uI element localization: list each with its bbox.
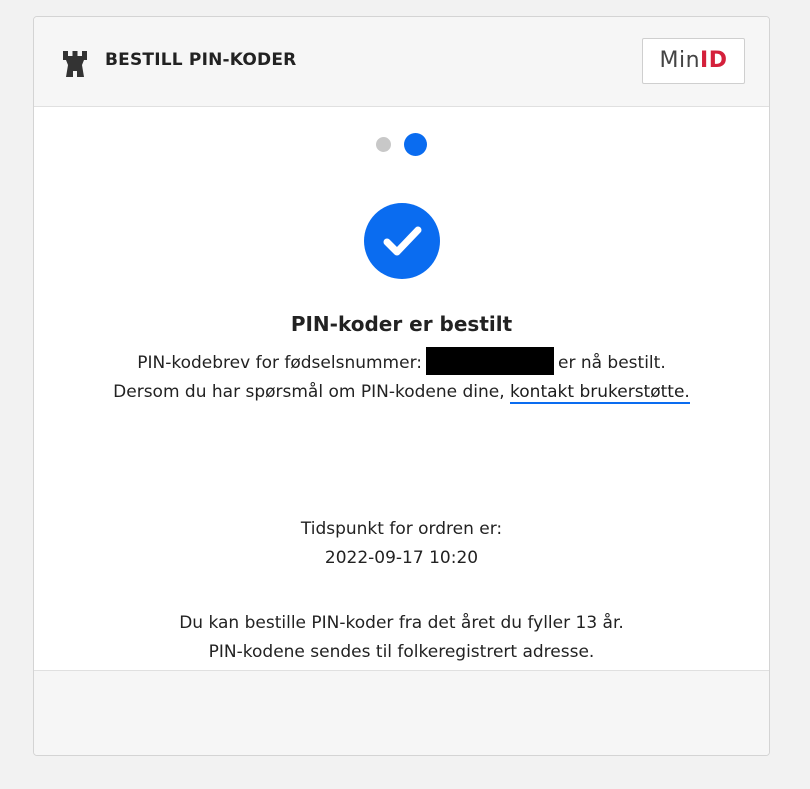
order-card: BESTILL PIN-KODER MinID PIN-koder er bes…	[33, 16, 770, 756]
step-dot-1	[376, 137, 391, 152]
header-title: BESTILL PIN-KODER	[105, 50, 297, 70]
order-time-block: Tidspunkt for ordren er: 2022-09-17 10:2…	[34, 515, 769, 573]
redacted-birth-number	[425, 347, 554, 375]
message-prefix: PIN-kodebrev for fødselsnummer:	[137, 353, 422, 373]
minid-logo: MinID	[642, 38, 745, 84]
info-block: Du kan bestille PIN-koder fra det året d…	[34, 609, 769, 667]
castle-icon	[63, 51, 87, 77]
card-footer	[34, 670, 769, 755]
contact-support-link[interactable]: kontakt brukerstøtte.	[510, 382, 690, 404]
order-timestamp: 2022-09-17 10:20	[324, 548, 479, 568]
step-dot-2-active	[404, 133, 427, 156]
message-suffix: er nå bestilt.	[557, 353, 666, 373]
logo-min-text: Min	[659, 48, 701, 73]
success-heading: PIN-koder er bestilt	[290, 312, 513, 336]
order-time-label: Tidspunkt for ordren er:	[300, 519, 503, 539]
info-line-age: Du kan bestille PIN-koder fra det året d…	[179, 613, 624, 633]
checkmark-icon	[364, 203, 440, 279]
support-text: Dersom du har spørsmål om PIN-kodene din…	[113, 382, 505, 402]
logo-id-text: ID	[700, 48, 728, 73]
step-indicator	[34, 132, 769, 156]
info-line-address: PIN-kodene sendes til folkeregistrert ad…	[208, 642, 595, 662]
confirmation-message: PIN-kodebrev for fødselsnummer: er nå bes…	[34, 347, 769, 407]
card-header: BESTILL PIN-KODER MinID	[34, 17, 769, 107]
